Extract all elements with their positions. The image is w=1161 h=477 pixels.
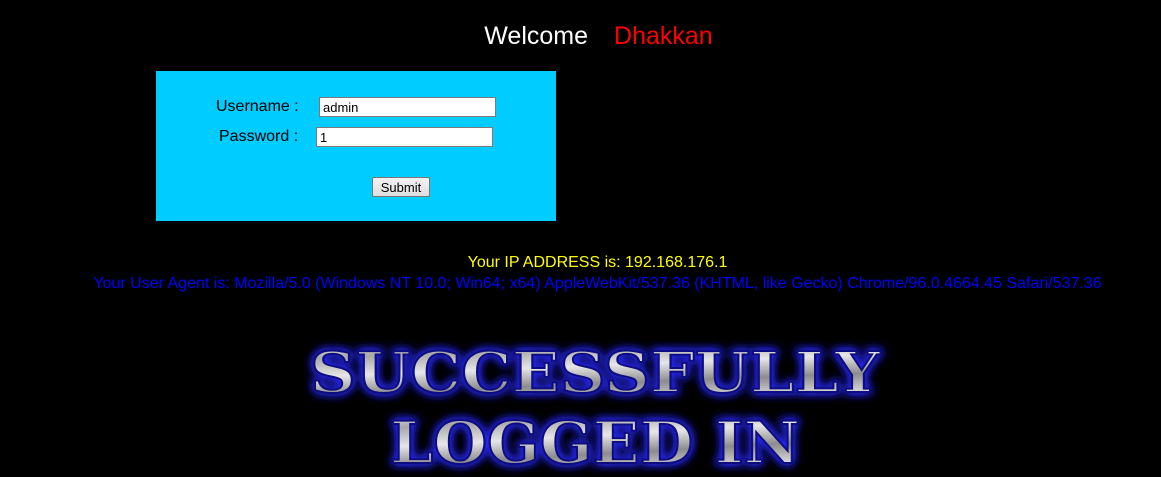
success-banner-image: SUCCESSFULLY LOGGED IN xyxy=(290,330,900,477)
welcome-text: Welcome xyxy=(484,22,589,50)
user-agent-text: Your User Agent is: Mozilla/5.0 (Windows… xyxy=(93,275,1102,292)
ip-address-text: Your IP ADDRESS is: 192.168.176.1 xyxy=(467,254,728,271)
welcome-heading: Welcome Dhakkan xyxy=(0,18,1161,54)
banner-line-2: LOGGED IN xyxy=(390,409,800,477)
password-label: Password : xyxy=(219,128,299,145)
submit-button[interactable]: Submit xyxy=(372,177,430,197)
username-input[interactable] xyxy=(319,97,496,117)
password-input[interactable] xyxy=(316,127,493,147)
banner-line-1: SUCCESSFULLY xyxy=(310,340,881,406)
user-name: Dhakkan xyxy=(614,22,713,50)
page: Welcome Dhakkan Username : Password : Sub… xyxy=(0,0,1161,477)
username-label: Username : xyxy=(216,98,299,115)
login-form: Username : Password : Submit xyxy=(156,71,556,221)
